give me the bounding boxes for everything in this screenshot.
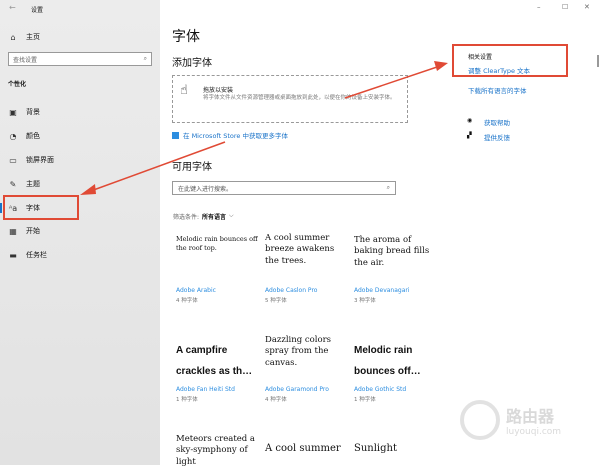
arrowhead xyxy=(80,184,96,195)
annotation-arrows xyxy=(80,61,448,195)
arrow-to-fonts xyxy=(87,141,226,193)
arrow-to-related xyxy=(344,65,441,99)
arrowhead xyxy=(434,61,448,71)
